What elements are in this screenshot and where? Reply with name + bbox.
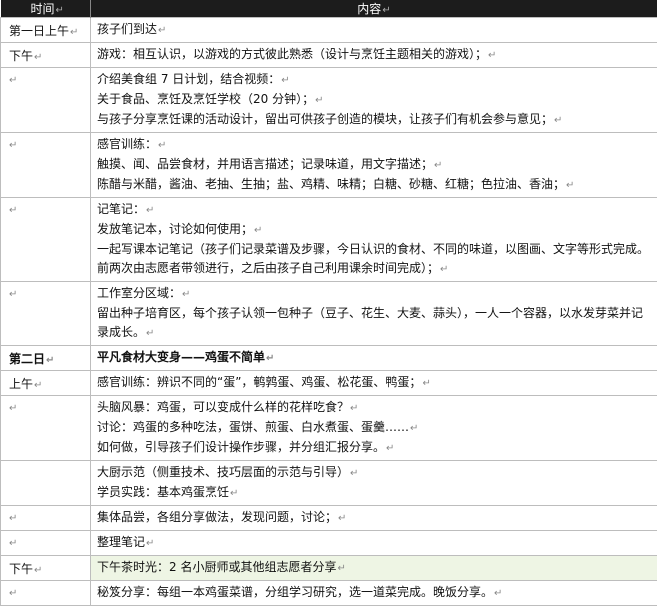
time-cell: ↵ bbox=[1, 506, 91, 531]
content-line: 工作室分区域：↵ bbox=[97, 284, 651, 304]
document: 时间↵ 内容↵ 第一日上午↵ 孩子们到达↵ 下午↵ 游戏：相互认识，以游戏的方式… bbox=[0, 0, 657, 606]
table-row: 下午↵ 游戏：相互认识，以游戏的方式彼此熟悉（设计与烹饪主题相关的游戏）；↵ bbox=[1, 43, 657, 68]
content-line: 学员实践：基本鸡蛋烹饪↵ bbox=[97, 483, 651, 503]
time-cell: 下午↵ bbox=[1, 43, 91, 68]
content-cell: 游戏：相互认识，以游戏的方式彼此熟悉（设计与烹饪主题相关的游戏）；↵ bbox=[91, 43, 657, 68]
content-line: 游戏：相互认识，以游戏的方式彼此熟悉（设计与烹饪主题相关的游戏）；↵ bbox=[97, 45, 651, 65]
content-line: 前两次由志愿者带领进行，之后由孩子自己利用课余时间完成）；↵ bbox=[97, 259, 651, 279]
content-line: 一起写课本记笔记（孩子们记录菜谱及步骤，今日认识的食材、不同的味道，以图画、文字… bbox=[97, 240, 651, 259]
content-cell: 工作室分区域：↵ 留出种子培育区，每个孩子认领一包种子（豆子、花生、大麦、蒜头）… bbox=[91, 282, 657, 346]
header-content: 内容↵ bbox=[91, 0, 657, 18]
schedule-table: 时间↵ 内容↵ 第一日上午↵ 孩子们到达↵ 下午↵ 游戏：相互认识，以游戏的方式… bbox=[0, 0, 657, 606]
table-row: 第二日↵ 平凡食材大变身——鸡蛋不简单↵ bbox=[1, 346, 657, 371]
time-cell: ↵ bbox=[1, 282, 91, 346]
time-cell: 第一日上午↵ bbox=[1, 18, 91, 43]
time-cell bbox=[1, 461, 91, 506]
table-row: 上午↵ 感官训练：辨识不同的“蛋”，鹌鹑蛋、鸡蛋、松花蛋、鸭蛋；↵ bbox=[1, 371, 657, 396]
table-row: ↵ 秘笈分享：每组一本鸡蛋菜谱，分组学习研究，选一道菜完成。晚饭分享。↵ bbox=[1, 581, 657, 606]
table-row: ↵ 头脑风暴：鸡蛋，可以变成什么样的花样吃食？↵ 讨论：鸡蛋的多种吃法，蛋饼、煎… bbox=[1, 396, 657, 461]
header-time: 时间↵ bbox=[1, 0, 91, 18]
content-line: 集体品尝，各组分享做法，发现问题，讨论；↵ bbox=[97, 508, 651, 528]
content-line: 大厨示范（侧重技术、技巧层面的示范与引导）↵ bbox=[97, 463, 651, 483]
content-line: 触摸、闻、品尝食材，并用语言描述；记录味道，用文字描述；↵ bbox=[97, 155, 651, 175]
table-header-row: 时间↵ 内容↵ bbox=[1, 0, 657, 18]
content-line: 讨论：鸡蛋的多种吃法，蛋饼、煎蛋、白水煮蛋、蛋羹……↵ bbox=[97, 418, 651, 438]
content-cell: 感官训练：辨识不同的“蛋”，鹌鹑蛋、鸡蛋、松花蛋、鸭蛋；↵ bbox=[91, 371, 657, 396]
content-cell: 头脑风暴：鸡蛋，可以变成什么样的花样吃食？↵ 讨论：鸡蛋的多种吃法，蛋饼、煎蛋、… bbox=[91, 396, 657, 461]
content-cell: 介绍美食组 7 日计划，结合视频：↵ 关于食品、烹饪及烹饪学校（20 分钟）；↵… bbox=[91, 68, 657, 133]
content-line: 关于食品、烹饪及烹饪学校（20 分钟）；↵ bbox=[97, 90, 651, 110]
content-line: 感官训练：↵ bbox=[97, 135, 651, 155]
table-row: ↵ 集体品尝，各组分享做法，发现问题，讨论；↵ bbox=[1, 506, 657, 531]
table-row: ↵ 工作室分区域：↵ 留出种子培育区，每个孩子认领一包种子（豆子、花生、大麦、蒜… bbox=[1, 282, 657, 346]
time-cell: ↵ bbox=[1, 581, 91, 606]
content-cell: 记笔记：↵ 发放笔记本，讨论如何使用；↵ 一起写课本记笔记（孩子们记录菜谱及步骤… bbox=[91, 198, 657, 282]
content-cell: 孩子们到达↵ bbox=[91, 18, 657, 43]
time-cell: 上午↵ bbox=[1, 371, 91, 396]
content-cell: 集体品尝，各组分享做法，发现问题，讨论；↵ bbox=[91, 506, 657, 531]
content-cell: 感官训练：↵ 触摸、闻、品尝食材，并用语言描述；记录味道，用文字描述；↵ 陈醋与… bbox=[91, 133, 657, 198]
content-cell: 大厨示范（侧重技术、技巧层面的示范与引导）↵ 学员实践：基本鸡蛋烹饪↵ bbox=[91, 461, 657, 506]
content-line: 留出种子培育区，每个孩子认领一包种子（豆子、花生、大麦、蒜头），一人一个容器，以… bbox=[97, 304, 651, 323]
content-line: 头脑风暴：鸡蛋，可以变成什么样的花样吃食？↵ bbox=[97, 398, 651, 418]
table-row: ↵ 介绍美食组 7 日计划，结合视频：↵ 关于食品、烹饪及烹饪学校（20 分钟）… bbox=[1, 68, 657, 133]
content-line: 平凡食材大变身——鸡蛋不简单↵ bbox=[97, 348, 651, 368]
content-cell: 平凡食材大变身——鸡蛋不简单↵ bbox=[91, 346, 657, 371]
table-row: ↵ 记笔记：↵ 发放笔记本，讨论如何使用；↵ 一起写课本记笔记（孩子们记录菜谱及… bbox=[1, 198, 657, 282]
time-cell: 第二日↵ bbox=[1, 346, 91, 371]
content-line: 整理笔记↵ bbox=[97, 533, 651, 553]
table-row: ↵ 感官训练：↵ 触摸、闻、品尝食材，并用语言描述；记录味道，用文字描述；↵ 陈… bbox=[1, 133, 657, 198]
content-line: 感官训练：辨识不同的“蛋”，鹌鹑蛋、鸡蛋、松花蛋、鸭蛋；↵ bbox=[97, 373, 651, 393]
content-cell: 秘笈分享：每组一本鸡蛋菜谱，分组学习研究，选一道菜完成。晚饭分享。↵ bbox=[91, 581, 657, 606]
content-line: 下午茶时光：2 名小厨师或其他组志愿者分享↵ bbox=[97, 558, 651, 578]
content-line: 陈醋与米醋，酱油、老抽、生抽；盐、鸡精、味精；白糖、砂糖、红糖；色拉油、香油；↵ bbox=[97, 175, 651, 195]
content-line: 发放笔记本，讨论如何使用；↵ bbox=[97, 220, 651, 240]
time-cell: 下午↵ bbox=[1, 556, 91, 581]
table-row: 下午↵ 下午茶时光：2 名小厨师或其他组志愿者分享↵ bbox=[1, 556, 657, 581]
content-line: 介绍美食组 7 日计划，结合视频：↵ bbox=[97, 70, 651, 90]
content-line: 记笔记：↵ bbox=[97, 200, 651, 220]
time-cell: ↵ bbox=[1, 198, 91, 282]
time-cell: ↵ bbox=[1, 531, 91, 556]
content-cell: 整理笔记↵ bbox=[91, 531, 657, 556]
content-line: 录成长。↵ bbox=[97, 323, 651, 343]
table-row: 大厨示范（侧重技术、技巧层面的示范与引导）↵ 学员实践：基本鸡蛋烹饪↵ bbox=[1, 461, 657, 506]
content-line: 如何做，引导孩子们设计操作步骤，并分组汇报分享。↵ bbox=[97, 438, 651, 458]
content-line: 与孩子分享烹饪课的活动设计，留出可供孩子创造的模块，让孩子们有机会参与意见；↵ bbox=[97, 110, 651, 130]
time-cell: ↵ bbox=[1, 68, 91, 133]
content-cell: 下午茶时光：2 名小厨师或其他组志愿者分享↵ bbox=[91, 556, 657, 581]
content-line: 孩子们到达↵ bbox=[97, 20, 651, 40]
table-row: 第一日上午↵ 孩子们到达↵ bbox=[1, 18, 657, 43]
time-cell: ↵ bbox=[1, 133, 91, 198]
time-cell: ↵ bbox=[1, 396, 91, 461]
table-row: ↵ 整理笔记↵ bbox=[1, 531, 657, 556]
content-line: 秘笈分享：每组一本鸡蛋菜谱，分组学习研究，选一道菜完成。晚饭分享。↵ bbox=[97, 583, 651, 603]
